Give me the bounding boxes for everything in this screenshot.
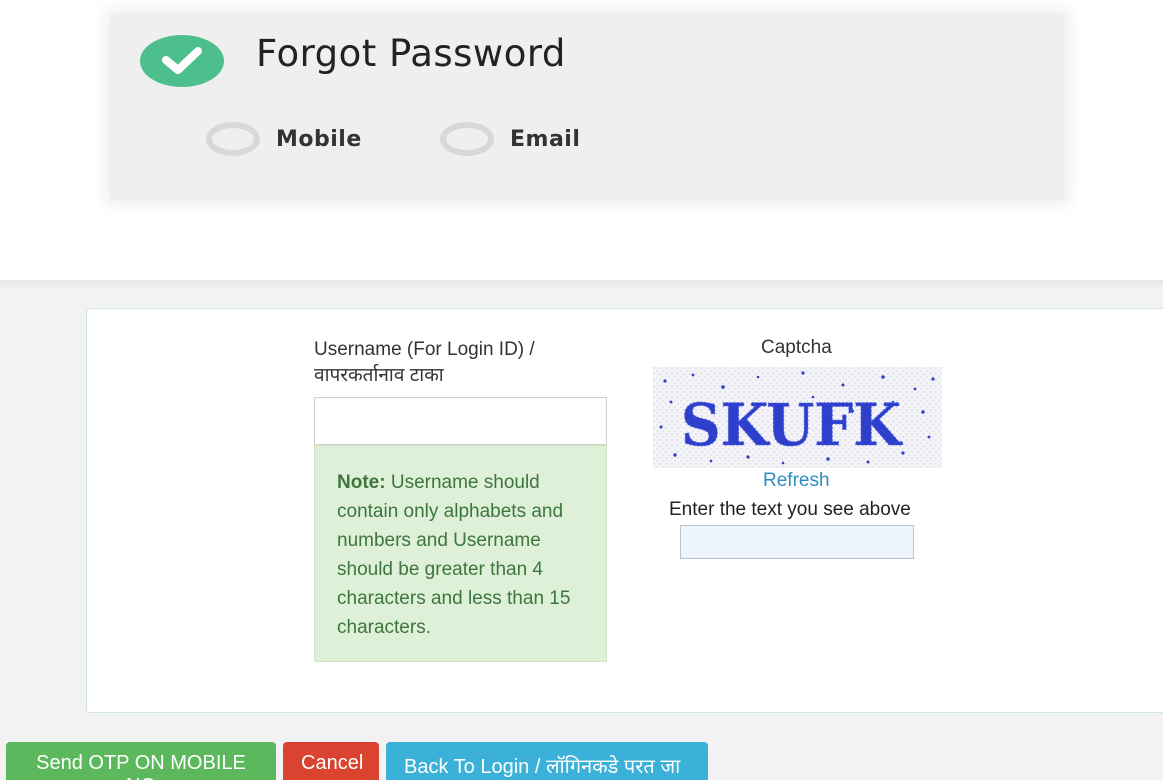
radio-option-email[interactable]: Email [440,122,580,156]
check-icon [140,35,224,87]
username-label: Username (For Login ID) / वापरकर्तानाव ट… [314,337,614,389]
radio-button-mobile[interactable] [206,122,260,156]
captcha-hint: Enter the text you see above [669,499,911,520]
send-otp-button[interactable]: Send OTP ON MOBILE NO [6,742,276,780]
captcha-refresh-link[interactable]: Refresh [763,470,830,492]
cancel-button[interactable]: Cancel [283,742,379,780]
radio-button-email[interactable] [440,122,494,156]
captcha-text: SKUFK [681,391,903,459]
forgot-password-page: Forgot Password Mobile Email Username (F… [0,0,1163,780]
username-label-line2: वापरकर्तानाव टाका [314,365,444,386]
captcha-label: Captcha [761,337,832,358]
radio-label-email: Email [510,126,581,152]
page-title: Forgot Password [256,32,566,75]
note-text: Username should contain only alphabets a… [337,472,571,638]
username-input[interactable] [314,397,607,445]
captcha-image: SKUFK [653,367,942,468]
radio-label-mobile: Mobile [276,126,362,152]
action-buttons: Send OTP ON MOBILE NO Cancel Back To Log… [6,742,715,780]
note-box: Note: Username should contain only alpha… [314,445,607,662]
form-card: Username (For Login ID) / वापरकर्तानाव ट… [86,308,1163,713]
back-to-login-button[interactable]: Back To Login / लॉगिनकडे परत जा [386,742,708,780]
note-title: Note: [337,472,386,493]
header-card: Forgot Password Mobile Email [110,14,1065,200]
radio-option-mobile[interactable]: Mobile [206,122,362,156]
main-section: Username (For Login ID) / वापरकर्तानाव ट… [0,280,1163,780]
username-label-line1: Username (For Login ID) / [314,339,535,360]
captcha-input[interactable] [680,525,914,559]
